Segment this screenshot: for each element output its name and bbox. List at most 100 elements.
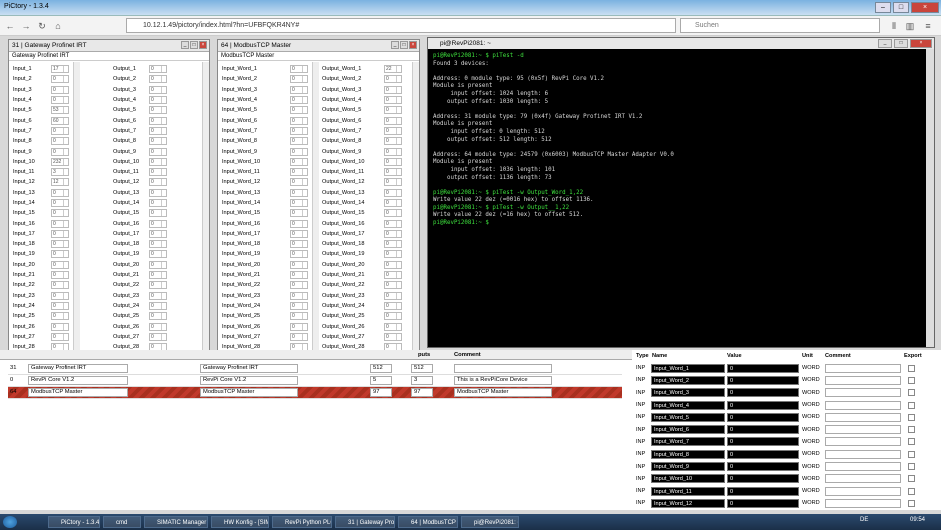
- value-comment[interactable]: [825, 462, 901, 472]
- io-value-field[interactable]: 0: [384, 199, 402, 207]
- taskbar-item[interactable]: cmd: [103, 516, 141, 528]
- modbus-input-scrollbar[interactable]: [312, 62, 319, 358]
- value-value[interactable]: 0: [727, 486, 799, 496]
- value-row[interactable]: INP Input_Word_11 0 WORD: [632, 485, 941, 497]
- io-value-field[interactable]: 0: [384, 147, 402, 156]
- io-value-field[interactable]: 17: [51, 65, 69, 74]
- io-value-field[interactable]: 53: [51, 106, 69, 115]
- start-icon[interactable]: [3, 516, 17, 528]
- device-comment[interactable]: [454, 364, 552, 373]
- value-row[interactable]: INP Input_Word_2 0 WORD: [632, 374, 941, 386]
- io-value-field[interactable]: 0: [51, 229, 69, 238]
- io-value-field[interactable]: 0: [384, 188, 402, 197]
- value-value[interactable]: 0: [727, 400, 799, 410]
- back-icon[interactable]: ←: [4, 20, 16, 32]
- io-value-field[interactable]: 0: [290, 147, 308, 156]
- value-value[interactable]: 0: [727, 474, 799, 484]
- io-value-field[interactable]: 0: [51, 322, 69, 331]
- value-value[interactable]: 0: [727, 498, 799, 508]
- io-value-field[interactable]: 0: [149, 75, 167, 84]
- terminal-scrollbar[interactable]: [926, 49, 934, 347]
- value-value[interactable]: 0: [727, 462, 799, 472]
- export-checkbox[interactable]: [908, 401, 915, 409]
- value-value[interactable]: 0: [727, 363, 799, 373]
- taskbar-item[interactable]: SIMATIC Manager - ...: [144, 516, 208, 528]
- export-checkbox[interactable]: [908, 499, 915, 507]
- close-icon[interactable]: ×: [409, 41, 417, 49]
- taskbar-item[interactable]: PiCtory - 1.3.4 - Mo...: [48, 516, 100, 528]
- io-value-field[interactable]: 0: [149, 147, 167, 156]
- value-row[interactable]: INP Input_Word_7 0 WORD: [632, 436, 941, 448]
- value-row[interactable]: INP Input_Word_4 0 WORD: [632, 399, 941, 411]
- io-value-field[interactable]: 0: [384, 219, 402, 228]
- export-checkbox[interactable]: [908, 463, 915, 471]
- io-value-field[interactable]: 0: [149, 219, 167, 228]
- io-value-field[interactable]: 0: [384, 312, 402, 321]
- io-value-field[interactable]: 0: [149, 271, 167, 280]
- io-value-field[interactable]: 0: [384, 168, 402, 177]
- value-name[interactable]: Input_Word_10: [651, 474, 725, 484]
- value-name[interactable]: Input_Word_1: [651, 363, 725, 373]
- gateway-output-scrollbar[interactable]: [202, 62, 209, 358]
- minimize-icon[interactable]: –: [875, 2, 891, 13]
- io-value-field[interactable]: 0: [149, 229, 167, 238]
- export-checkbox[interactable]: [908, 450, 915, 458]
- value-name[interactable]: Input_Word_9: [651, 462, 725, 472]
- terminal-output[interactable]: pi@RevPi2081:~ $ piTest -d Found 3 device…: [428, 49, 934, 228]
- io-value-field[interactable]: 0: [51, 301, 69, 310]
- io-value-field[interactable]: 0: [290, 219, 308, 228]
- value-comment[interactable]: [825, 437, 901, 447]
- value-comment[interactable]: [825, 449, 901, 459]
- value-name[interactable]: Input_Word_8: [651, 449, 725, 459]
- io-value-field[interactable]: 0: [384, 229, 402, 238]
- device-comment[interactable]: This is a RevPiCore Device: [454, 376, 552, 385]
- io-value-field[interactable]: 0: [290, 106, 308, 115]
- io-value-field[interactable]: 0: [51, 96, 69, 105]
- io-value-field[interactable]: 0: [290, 332, 308, 341]
- export-checkbox[interactable]: [908, 426, 915, 434]
- io-value-field[interactable]: 0: [149, 332, 167, 341]
- io-value-field[interactable]: 22: [384, 65, 402, 74]
- io-value-field[interactable]: 0: [384, 260, 402, 269]
- io-value-field[interactable]: 0: [149, 106, 167, 115]
- io-value-field[interactable]: 12: [51, 178, 69, 187]
- io-value-field[interactable]: 0: [290, 75, 308, 84]
- device-comment[interactable]: ModbusTCP Master: [454, 388, 552, 397]
- io-value-field[interactable]: 0: [384, 291, 402, 300]
- io-value-field[interactable]: 232: [51, 157, 69, 166]
- value-comment[interactable]: [825, 375, 901, 385]
- device-inputs[interactable]: 97: [370, 388, 392, 397]
- io-value-field[interactable]: 0: [51, 85, 69, 94]
- value-comment[interactable]: [825, 486, 901, 496]
- close-icon[interactable]: ×: [910, 39, 932, 48]
- search-input[interactable]: Suchen: [680, 18, 880, 33]
- export-checkbox[interactable]: [908, 389, 915, 397]
- taskbar-item[interactable]: pi@RevPi2081: ~: [461, 516, 519, 528]
- io-value-field[interactable]: 60: [51, 116, 69, 125]
- io-value-field[interactable]: 0: [384, 75, 402, 84]
- value-comment[interactable]: [825, 363, 901, 373]
- io-value-field[interactable]: 0: [290, 260, 308, 269]
- io-value-field[interactable]: 0: [149, 96, 167, 105]
- io-value-field[interactable]: 0: [149, 157, 167, 166]
- io-value-field[interactable]: 0: [51, 188, 69, 197]
- io-value-field[interactable]: 0: [290, 209, 308, 218]
- io-value-field[interactable]: 0: [290, 126, 308, 135]
- maximize-icon[interactable]: □: [190, 41, 198, 49]
- sidebar-icon[interactable]: ▥: [904, 20, 916, 32]
- io-value-field[interactable]: 0: [384, 106, 402, 115]
- io-value-field[interactable]: 0: [290, 96, 308, 105]
- io-value-field[interactable]: 0: [51, 75, 69, 84]
- maximize-icon[interactable]: □: [894, 39, 908, 48]
- taskbar-item[interactable]: RevPi Python PLC L...: [272, 516, 332, 528]
- io-value-field[interactable]: 0: [149, 250, 167, 259]
- value-row[interactable]: INP Input_Word_3 0 WORD: [632, 387, 941, 399]
- io-value-field[interactable]: 0: [384, 322, 402, 331]
- io-value-field[interactable]: 0: [384, 96, 402, 105]
- export-checkbox[interactable]: [908, 376, 915, 384]
- value-value[interactable]: 0: [727, 425, 799, 435]
- value-name[interactable]: Input_Word_11: [651, 486, 725, 496]
- value-name[interactable]: Input_Word_12: [651, 498, 725, 508]
- io-value-field[interactable]: 0: [290, 322, 308, 331]
- maximize-icon[interactable]: □: [400, 41, 408, 49]
